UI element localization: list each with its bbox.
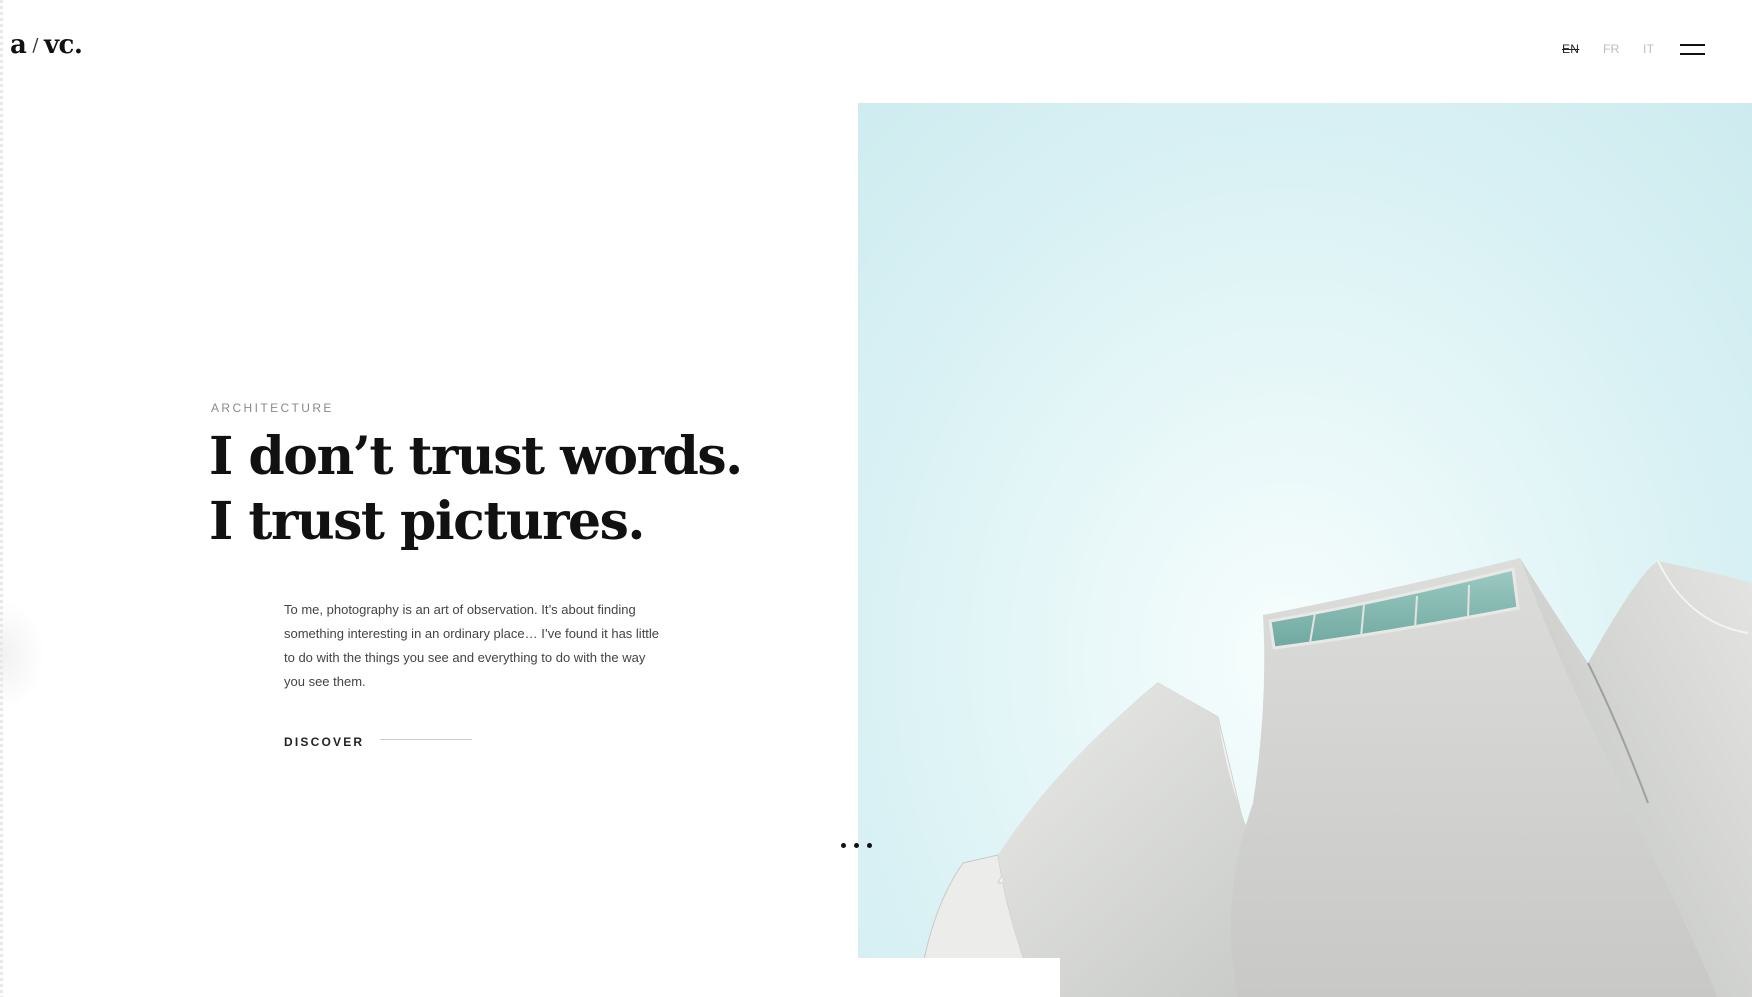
dot bbox=[867, 843, 872, 848]
category-label: ARCHITECTURE bbox=[211, 401, 334, 415]
discover-line bbox=[380, 739, 473, 741]
side-glow bbox=[0, 600, 45, 710]
logo[interactable]: a / vc. bbox=[10, 30, 83, 60]
dot bbox=[854, 843, 859, 848]
logo-slash: / bbox=[32, 35, 38, 56]
hamburger-icon[interactable] bbox=[1680, 42, 1705, 58]
lang-en[interactable]: EN bbox=[1562, 42, 1579, 56]
logo-left: a bbox=[10, 30, 27, 60]
headline-line-2: I trust pictures. bbox=[209, 491, 646, 552]
language-switcher: EN FR IT bbox=[1555, 42, 1752, 62]
lang-fr[interactable]: FR bbox=[1603, 42, 1620, 56]
headline: I don’t trust words. I trust pictures. bbox=[209, 424, 743, 554]
discover-link[interactable]: DISCOVER bbox=[284, 733, 473, 749]
dot bbox=[841, 843, 846, 848]
logo-right: vc. bbox=[43, 30, 83, 60]
edge-decoration bbox=[0, 0, 3, 997]
lang-it[interactable]: IT bbox=[1643, 42, 1654, 56]
ellipsis-icon[interactable] bbox=[838, 838, 882, 852]
headline-line-1: I don’t trust words. bbox=[209, 426, 743, 487]
hamburger-line-top bbox=[1680, 44, 1705, 46]
discover-label: DISCOVER bbox=[284, 735, 365, 749]
building-illustration bbox=[917, 558, 1752, 997]
hamburger-line-bottom bbox=[1680, 53, 1705, 55]
hero-image bbox=[858, 103, 1752, 997]
page: a / vc. EN FR IT ARCHITECTURE I don’t tr… bbox=[0, 0, 1752, 997]
intro-paragraph: To me, photography is an art of observat… bbox=[284, 602, 660, 689]
image-corner-block bbox=[858, 958, 1060, 997]
